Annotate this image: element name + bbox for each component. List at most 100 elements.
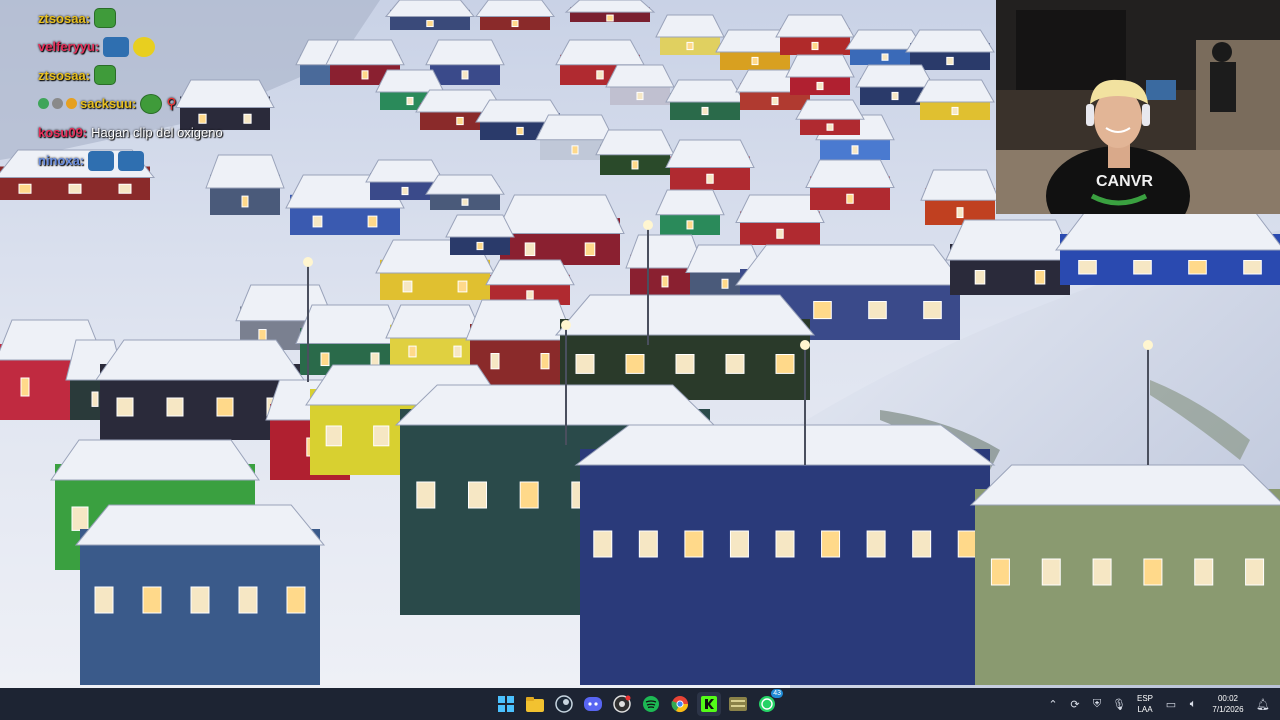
lit-window <box>596 70 604 80</box>
file-explorer-button[interactable] <box>523 692 547 716</box>
snowy-roof <box>969 464 1280 506</box>
snowy-roof <box>554 294 816 336</box>
snowy-roof <box>795 99 865 120</box>
lit-window <box>571 145 579 155</box>
lit-window <box>118 183 132 194</box>
house-wall <box>580 449 990 685</box>
snowy-roof <box>655 189 725 216</box>
green-emote-icon <box>94 8 117 29</box>
lit-window <box>974 270 986 285</box>
chat-text: Hagan clip del oxigeno <box>91 124 223 140</box>
clock-date: 7/1/2026 <box>1212 705 1244 714</box>
lit-window <box>686 41 694 51</box>
lit-window <box>457 280 468 293</box>
street-light-glow <box>800 340 810 350</box>
lit-window <box>519 481 539 509</box>
lit-window <box>1041 558 1061 586</box>
clock-time: 00:02 <box>1217 694 1239 703</box>
snowy-roof <box>74 504 326 546</box>
green-emote-icon <box>94 65 117 86</box>
lit-window <box>461 198 469 206</box>
lit-window <box>1245 558 1265 586</box>
street-light-glow <box>643 220 653 230</box>
lit-window <box>416 481 436 509</box>
streamer-camera-image: CANVR <box>996 0 1280 214</box>
lit-window <box>1243 260 1262 275</box>
webcam-feed: CANVR <box>996 0 1280 214</box>
lit-window <box>524 242 536 257</box>
lit-window <box>476 241 484 251</box>
lit-window <box>706 173 714 184</box>
snowy-roof <box>595 129 675 156</box>
show-hidden-icons-button[interactable]: ⌃ <box>1044 695 1062 713</box>
game-button[interactable] <box>726 692 750 716</box>
snowy-roof <box>574 424 996 466</box>
lit-window <box>575 354 595 374</box>
snowy-roof <box>445 214 515 238</box>
chat-username: ztsosaa: <box>38 10 91 26</box>
lit-window <box>584 242 596 257</box>
shirt-text: CANVR <box>1096 173 1153 190</box>
lit-window <box>367 215 378 228</box>
lit-window <box>408 345 417 358</box>
lit-window <box>453 345 462 358</box>
start-button[interactable] <box>494 692 518 716</box>
stream-chat-overlay: ztsosaa: velferyyu: ztsosaa: sacksuu: ⚲ … <box>38 4 298 175</box>
lit-window <box>721 278 729 289</box>
lit-window <box>373 425 390 447</box>
lit-window <box>776 228 784 239</box>
blue-emote-icon <box>103 36 130 57</box>
lit-window <box>426 20 434 28</box>
chat-username: kosu09: <box>38 124 88 140</box>
obs-icon <box>613 695 631 713</box>
sync-icon[interactable]: ⟳ <box>1066 695 1084 713</box>
lit-window <box>606 14 614 22</box>
lit-window <box>68 183 82 194</box>
lit-window <box>1188 260 1207 275</box>
clock[interactable]: 00:02 7/1/2026 <box>1206 693 1250 715</box>
lit-window <box>361 70 369 80</box>
chat-message: sacksuu: ⚲ <box>38 90 298 119</box>
lit-window <box>1092 558 1112 586</box>
chrome-icon <box>671 696 689 713</box>
lit-window <box>923 301 942 320</box>
network-icon[interactable]: ▭ <box>1162 695 1180 713</box>
lit-window <box>593 530 613 558</box>
notification-bell-icon[interactable]: 🔔︎ <box>1254 695 1272 713</box>
lit-window <box>957 530 977 558</box>
obs-button[interactable] <box>610 692 634 716</box>
lit-window <box>751 56 759 66</box>
lit-window <box>91 391 99 407</box>
steam-button[interactable] <box>552 692 576 716</box>
shield-icon[interactable]: ⛨ <box>1088 695 1106 713</box>
lit-window <box>686 220 694 230</box>
lit-window <box>946 56 954 66</box>
snowy-roof <box>95 339 305 381</box>
lit-window <box>402 280 413 293</box>
discord-button[interactable] <box>581 692 605 716</box>
lit-window <box>18 183 32 194</box>
snowy-roof <box>384 0 476 17</box>
house-wall <box>975 489 1280 685</box>
chat-username: velferyyu: <box>38 39 100 55</box>
kick-icon <box>701 696 717 712</box>
whatsapp-button[interactable]: 43 <box>755 689 783 716</box>
lit-window <box>1194 558 1214 586</box>
windows-start-icon <box>498 696 514 712</box>
snowy-roof <box>555 39 645 66</box>
lit-window <box>956 207 964 219</box>
volume-icon[interactable]: 🔈︎ <box>1184 695 1202 713</box>
lit-window <box>625 354 645 374</box>
chrome-button[interactable] <box>668 692 692 716</box>
lit-window <box>684 530 704 558</box>
lit-window <box>771 96 779 106</box>
lit-window <box>1034 270 1046 285</box>
input-language-indicator[interactable]: ESP LAA <box>1132 693 1158 715</box>
kick-button[interactable] <box>697 692 721 716</box>
microphone-icon[interactable]: 🎙︎ <box>1110 695 1128 713</box>
steam-icon <box>555 695 573 713</box>
snowy-roof <box>785 54 855 78</box>
lit-window <box>20 377 30 397</box>
snowy-roof <box>665 79 745 103</box>
spotify-button[interactable] <box>639 692 663 716</box>
